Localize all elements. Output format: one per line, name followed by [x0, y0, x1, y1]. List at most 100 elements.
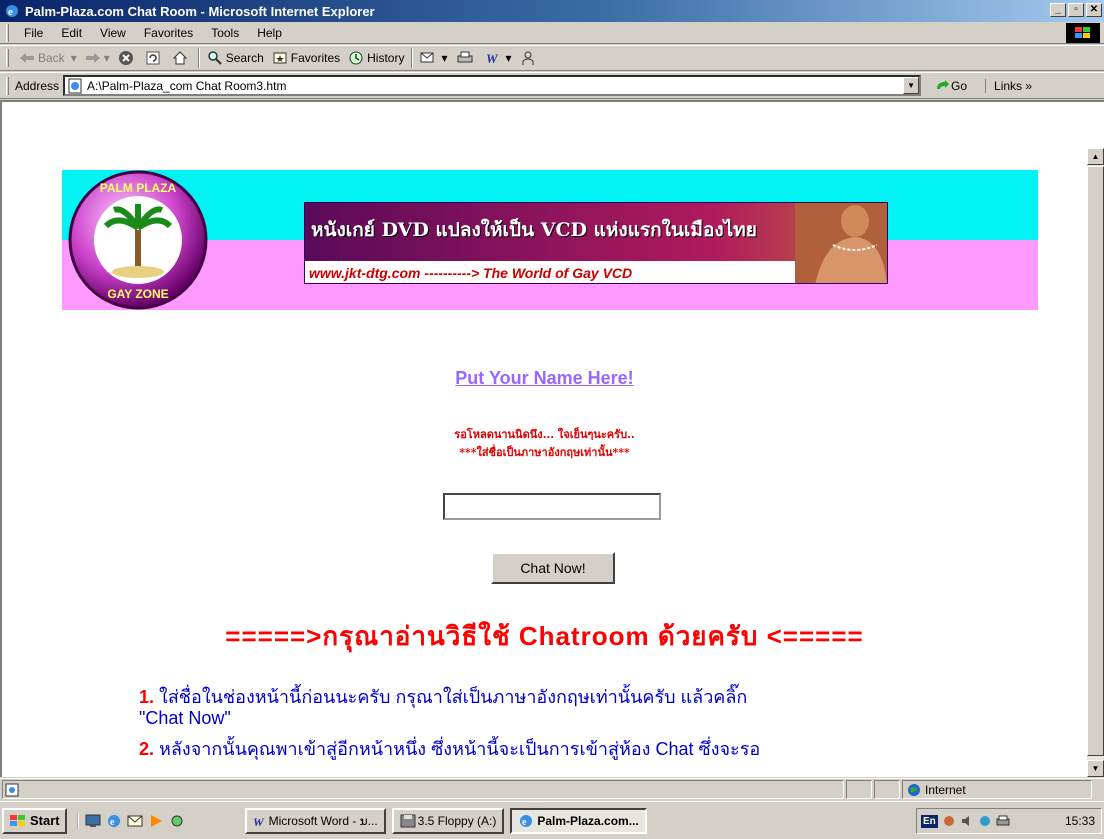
status-bar: Internet — [0, 778, 1104, 800]
outlook-icon[interactable] — [127, 813, 143, 829]
refresh-icon — [146, 51, 160, 65]
tray-app-icon[interactable] — [942, 814, 956, 828]
put-name-heading: Put Your Name Here! — [2, 368, 1087, 389]
menu-bar: File Edit View Favorites Tools Help — [0, 22, 1104, 44]
mail-icon — [420, 52, 434, 63]
language-indicator[interactable]: En — [921, 814, 938, 828]
toolbar-grip — [6, 49, 9, 67]
security-zone: Internet — [902, 780, 1092, 799]
messenger-button[interactable] — [516, 50, 543, 66]
menu-help[interactable]: Help — [248, 26, 291, 40]
clock[interactable]: 15:33 — [1065, 814, 1095, 828]
page-viewport[interactable]: PALM PLAZA GAY ZONE หนังเกย์ DVD แปลงให้… — [0, 148, 1087, 777]
windows-logo-icon — [1066, 23, 1100, 43]
taskbar: Start e W Microsoft Word - ນ... 3.5 Flop… — [0, 801, 1104, 839]
svg-text:e: e — [8, 6, 13, 18]
scroll-down-icon[interactable]: ▼ — [1087, 760, 1104, 777]
vertical-scrollbar[interactable]: ▲ ▼ — [1087, 148, 1104, 777]
history-icon — [349, 51, 363, 65]
task-palm-plaza[interactable]: e Palm-Plaza.com... — [510, 807, 647, 834]
media-player-icon[interactable] — [148, 813, 164, 829]
favorites-icon — [273, 52, 287, 64]
svg-text:e: e — [110, 817, 115, 828]
go-button[interactable]: Go — [935, 79, 967, 93]
palm-plaza-logo[interactable]: PALM PLAZA GAY ZONE — [62, 170, 212, 310]
volume-icon[interactable] — [960, 814, 974, 828]
go-arrow-icon — [937, 79, 950, 89]
ad-model-image — [795, 203, 887, 283]
menu-edit[interactable]: Edit — [52, 26, 91, 40]
wait-note: รอโหลดนานนิดนึง... ใจเย็นๆนะครับ.. — [454, 428, 635, 441]
edit-dropdown-icon[interactable]: ▾ — [506, 51, 512, 65]
stop-button[interactable] — [114, 50, 141, 66]
back-button[interactable]: Back ▾ — [15, 51, 81, 65]
home-button[interactable] — [168, 50, 195, 66]
refresh-button[interactable] — [141, 50, 168, 66]
word-task-icon: W — [253, 815, 265, 828]
ad-url: www.jkt-dtg.com ----------> The World of… — [309, 265, 633, 281]
window-titlebar[interactable]: e Palm-Plaza.com Chat Room - Microsoft I… — [0, 0, 1104, 22]
chat-now-button[interactable]: Chat Now! — [491, 552, 615, 584]
links-button[interactable]: Links » — [985, 78, 1032, 93]
favorites-button[interactable]: Favorites — [268, 50, 344, 66]
address-value: A:\Palm-Plaza_com Chat Room3.htm — [87, 78, 287, 93]
put-name-link[interactable]: Put Your Name Here! — [455, 368, 633, 388]
ad-headline: หนังเกย์ DVD แปลงให้เป็น VCD แห่งแรกในเม… — [311, 219, 757, 241]
address-bar: Address A:\Palm-Plaza_com Chat Room3.htm… — [0, 72, 1104, 99]
floppy-icon — [400, 814, 416, 827]
address-input[interactable]: A:\Palm-Plaza_com Chat Room3.htm ▼ — [63, 75, 922, 96]
word-edit-button[interactable]: W ▾ — [481, 50, 516, 66]
forward-button[interactable]: ▾ — [81, 51, 114, 65]
start-button[interactable]: Start — [2, 807, 67, 834]
ie-quicklaunch-icon[interactable]: e — [106, 813, 122, 829]
address-dropdown-icon[interactable]: ▼ — [903, 77, 920, 94]
forward-dropdown-icon[interactable]: ▾ — [104, 51, 110, 65]
standard-toolbar: Back ▾ ▾ Search Favorites History ▾ W ▾ — [0, 45, 1104, 71]
back-dropdown-icon[interactable]: ▾ — [71, 51, 77, 65]
ie-icon: e — [6, 5, 18, 18]
english-only-note: ***ใส่ชื่อเป็นภาษาอังกฤษเท่านั้น*** — [459, 446, 630, 459]
search-button[interactable]: Search — [203, 50, 268, 66]
status-text — [2, 780, 844, 799]
print-icon — [457, 51, 473, 63]
scroll-up-icon[interactable]: ▲ — [1087, 148, 1104, 165]
svg-text:W: W — [486, 51, 499, 66]
mail-dropdown-icon[interactable]: ▾ — [441, 51, 447, 65]
dvd-ad-banner[interactable]: หนังเกย์ DVD แปลงให้เป็น VCD แห่งแรกในเม… — [304, 202, 888, 284]
maximize-button[interactable]: ▫ — [1068, 3, 1084, 17]
address-label: Address — [15, 78, 60, 93]
page-icon — [68, 78, 82, 93]
windows-flag-icon — [10, 814, 25, 826]
network-icon[interactable] — [169, 813, 185, 829]
ie-task-icon: e — [520, 814, 533, 828]
step-1-continued: "Chat Now" — [139, 708, 231, 728]
history-button[interactable]: History — [344, 50, 408, 66]
name-input[interactable] — [443, 493, 661, 520]
task-floppy[interactable]: 3.5 Floppy (A:) — [391, 807, 505, 834]
menu-favorites[interactable]: Favorites — [135, 26, 202, 40]
forward-arrow-icon — [85, 53, 100, 63]
network-tray-icon[interactable] — [978, 814, 992, 828]
menu-tools[interactable]: Tools — [202, 26, 248, 40]
menu-file[interactable]: File — [15, 26, 52, 40]
minimize-button[interactable]: _ — [1050, 3, 1066, 17]
menu-grip — [6, 23, 9, 42]
print-button[interactable] — [452, 50, 481, 66]
step-2: 2. หลังจากนั้นคุณพาเข้าสู่อีกหน้าหนึ่ง ซ… — [139, 739, 761, 759]
word-icon: W — [486, 51, 499, 66]
desktop-icon[interactable] — [85, 813, 101, 829]
window-title: Palm-Plaza.com Chat Room - Microsoft Int… — [25, 3, 375, 19]
svg-text:W: W — [253, 815, 265, 828]
mail-button[interactable]: ▾ — [416, 50, 451, 66]
task-word[interactable]: W Microsoft Word - ນ... — [244, 807, 386, 834]
logo-text-bottom: GAY ZONE — [107, 287, 168, 301]
quick-launch: e — [76, 812, 185, 829]
printer-tray-icon[interactable] — [996, 814, 1010, 828]
internet-globe-icon — [908, 783, 920, 796]
scroll-thumb[interactable] — [1087, 166, 1104, 756]
close-button[interactable]: ✕ — [1086, 3, 1102, 17]
page-status-icon — [5, 783, 19, 796]
logo-text-top: PALM PLAZA — [100, 181, 177, 195]
svg-text:e: e — [522, 817, 527, 828]
menu-view[interactable]: View — [91, 26, 135, 40]
